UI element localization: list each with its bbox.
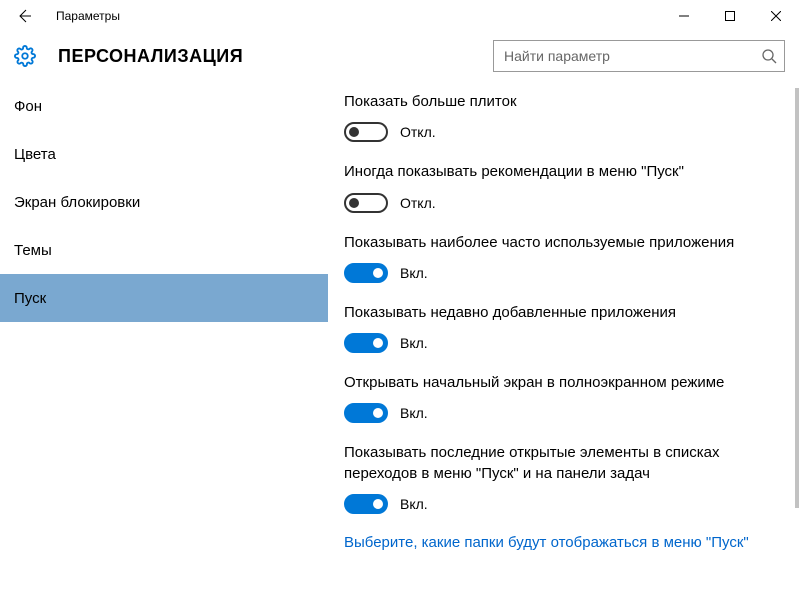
toggle-jumplist[interactable] xyxy=(344,494,388,514)
scrollbar[interactable] xyxy=(795,80,799,604)
sidebar-item-label: Пуск xyxy=(14,290,46,307)
scrollbar-thumb[interactable] xyxy=(795,88,799,508)
sidebar-item-themes[interactable]: Темы xyxy=(0,226,328,274)
arrow-left-icon xyxy=(16,8,32,24)
toggle-more-tiles[interactable] xyxy=(344,122,388,142)
toggle-fullscreen[interactable] xyxy=(344,403,388,423)
page-title: ПЕРСОНАЛИЗАЦИЯ xyxy=(58,46,243,67)
toggle-state-label: Вкл. xyxy=(400,496,428,512)
maximize-icon xyxy=(725,11,735,21)
setting-label: Показывать последние открытые элементы в… xyxy=(344,443,764,484)
setting-recommendations: Иногда показывать рекомендации в меню "П… xyxy=(344,162,779,212)
sidebar-item-colors[interactable]: Цвета xyxy=(0,130,328,178)
setting-label: Показывать наиболее часто используемые п… xyxy=(344,233,764,253)
maximize-button[interactable] xyxy=(707,0,753,32)
toggle-state-label: Откл. xyxy=(400,195,436,211)
setting-most-used: Показывать наиболее часто используемые п… xyxy=(344,233,779,283)
toggle-state-label: Откл. xyxy=(400,124,436,140)
setting-jumplist: Показывать последние открытые элементы в… xyxy=(344,443,779,514)
sidebar-item-label: Темы xyxy=(14,242,52,259)
minimize-icon xyxy=(679,11,689,21)
gear-icon xyxy=(14,45,36,67)
setting-recently-added: Показывать недавно добавленные приложени… xyxy=(344,303,779,353)
choose-folders-link[interactable]: Выберите, какие папки будут отображаться… xyxy=(344,534,779,551)
search-input[interactable] xyxy=(493,40,785,72)
back-button[interactable] xyxy=(0,0,48,32)
toggle-most-used[interactable] xyxy=(344,263,388,283)
toggle-state-label: Вкл. xyxy=(400,335,428,351)
toggle-recommendations[interactable] xyxy=(344,193,388,213)
toggle-recently-added[interactable] xyxy=(344,333,388,353)
setting-label: Показать больше плиток xyxy=(344,92,764,112)
sidebar-item-start[interactable]: Пуск xyxy=(0,274,328,322)
setting-label: Показывать недавно добавленные приложени… xyxy=(344,303,764,323)
sidebar: Фон Цвета Экран блокировки Темы Пуск xyxy=(0,80,328,604)
search-wrap xyxy=(493,40,785,72)
header: ПЕРСОНАЛИЗАЦИЯ xyxy=(0,32,799,80)
window-controls xyxy=(661,0,799,32)
setting-more-tiles: Показать больше плиток Откл. xyxy=(344,92,779,142)
sidebar-item-label: Цвета xyxy=(14,146,56,163)
setting-label: Иногда показывать рекомендации в меню "П… xyxy=(344,162,764,182)
toggle-state-label: Вкл. xyxy=(400,405,428,421)
setting-fullscreen: Открывать начальный экран в полноэкранно… xyxy=(344,373,779,423)
toggle-state-label: Вкл. xyxy=(400,265,428,281)
setting-label: Открывать начальный экран в полноэкранно… xyxy=(344,373,764,393)
window-title: Параметры xyxy=(56,9,120,23)
sidebar-item-lockscreen[interactable]: Экран блокировки xyxy=(0,178,328,226)
search-icon xyxy=(761,48,777,64)
sidebar-item-label: Экран блокировки xyxy=(14,194,140,211)
titlebar: Параметры xyxy=(0,0,799,32)
close-icon xyxy=(771,11,781,21)
sidebar-item-background[interactable]: Фон xyxy=(0,82,328,130)
sidebar-item-label: Фон xyxy=(14,98,42,115)
close-button[interactable] xyxy=(753,0,799,32)
content-area: Показать больше плиток Откл. Иногда пока… xyxy=(328,80,799,604)
minimize-button[interactable] xyxy=(661,0,707,32)
